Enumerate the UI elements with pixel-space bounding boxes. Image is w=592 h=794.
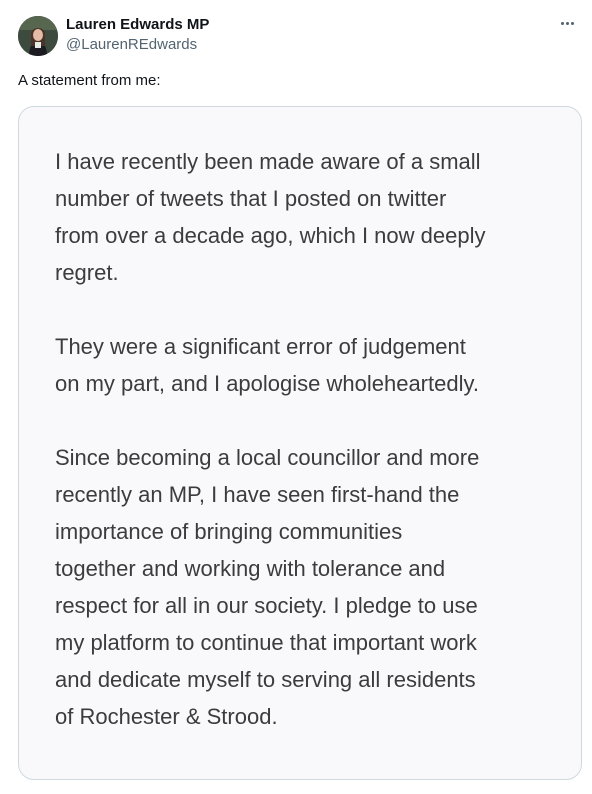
statement-line: and dedicate myself to serving all resid… [55, 667, 476, 692]
statement-text: I have recently been made aware of a sma… [55, 143, 565, 735]
author-handle[interactable]: @LaurenREdwards [66, 36, 197, 54]
more-options-icon-dot [565, 21, 569, 25]
profile-photo-icon [18, 16, 58, 56]
statement-line: my platform to continue that important w… [55, 630, 477, 655]
statement-line: from over a decade ago, which I now deep… [55, 223, 486, 248]
statement-image[interactable]: I have recently been made aware of a sma… [18, 106, 582, 780]
author-avatar[interactable] [18, 16, 58, 56]
statement-line: on my part, and I apologise wholehearted… [55, 371, 479, 396]
author-display-name[interactable]: Lauren Edwards MP [66, 16, 209, 34]
statement-line: Since becoming a local councillor and mo… [55, 445, 480, 470]
statement-line: respect for all in our society. I pledge… [55, 593, 478, 618]
statement-paragraph: They were a significant error of judgeme… [55, 328, 565, 402]
statement-line: importance of bringing communities [55, 519, 403, 544]
statement-line: number of tweets that I posted on twitte… [55, 186, 447, 211]
statement-paragraph: I have recently been made aware of a sma… [55, 143, 565, 291]
statement-line: together and working with tolerance and [55, 556, 446, 581]
statement-line: regret. [55, 260, 119, 285]
statement-line: of Rochester & Strood. [55, 704, 278, 729]
tweet-text: A statement from me: [18, 72, 161, 89]
statement-line: I have recently been made aware of a sma… [55, 149, 481, 174]
more-options-icon-dot [570, 21, 574, 25]
more-options-icon [560, 21, 564, 25]
statement-line: They were a significant error of judgeme… [55, 334, 466, 359]
statement-paragraph: Since becoming a local councillor and mo… [55, 439, 565, 735]
more-options-button[interactable] [556, 14, 578, 32]
statement-line: recently an MP, I have seen first-hand t… [55, 482, 460, 507]
tweet: Lauren Edwards MP @LaurenREdwards A stat… [0, 0, 592, 794]
